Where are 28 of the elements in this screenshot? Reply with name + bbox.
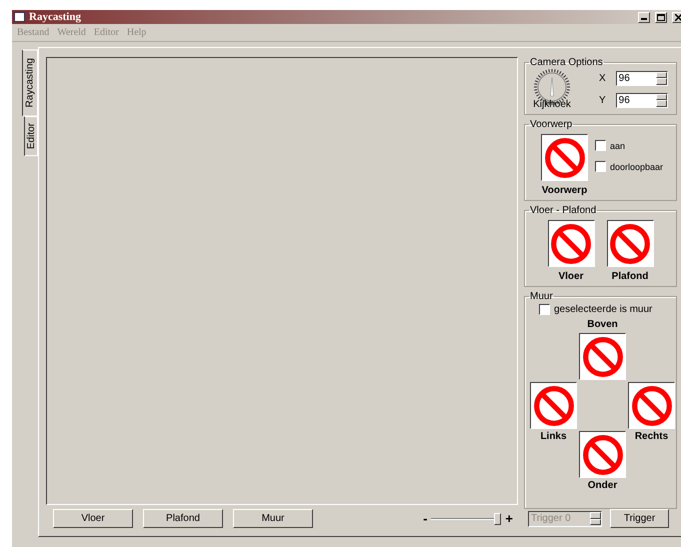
tile-label: Plafond (612, 271, 648, 282)
group-title: Camera Options (529, 57, 604, 68)
tile-label: Boven (587, 319, 618, 330)
tab[interactable]: Editor (24, 116, 38, 157)
toolbar-button[interactable]: Vloer (53, 509, 133, 528)
tile-label: Links (540, 431, 567, 442)
group-title: Muur (529, 291, 554, 302)
field-label: X (599, 72, 606, 84)
checkbox-label[interactable]: geselecteerde is muur (554, 304, 652, 315)
toolbar-button[interactable]: Plafond (143, 509, 223, 528)
toolbar-button[interactable]: Muur (233, 509, 313, 528)
dial-label: Kijkhoek (533, 99, 571, 110)
zoom-in-label: + (505, 511, 513, 526)
spin-box[interactable]: 96 (616, 92, 668, 108)
tile-label: Rechts (634, 431, 668, 442)
window-title: Raycasting (29, 11, 82, 23)
zoom-out-label: - (423, 511, 428, 526)
spin-box[interactable]: 96 (616, 70, 668, 86)
tile-label: Voorwerp (542, 185, 588, 196)
tile-label: Onder (588, 480, 618, 491)
field-label: Y (599, 94, 606, 106)
checkbox-label[interactable]: doorloopbaar (610, 162, 664, 172)
checkbox-label[interactable]: aan (610, 140, 626, 150)
tab[interactable]: Raycasting (22, 49, 38, 116)
group-title: Vloer - Plafond (529, 205, 598, 216)
group-title: Voorwerp (529, 119, 574, 130)
tile-label: Vloer (558, 271, 584, 282)
trigger-button[interactable]: Trigger (610, 509, 669, 528)
